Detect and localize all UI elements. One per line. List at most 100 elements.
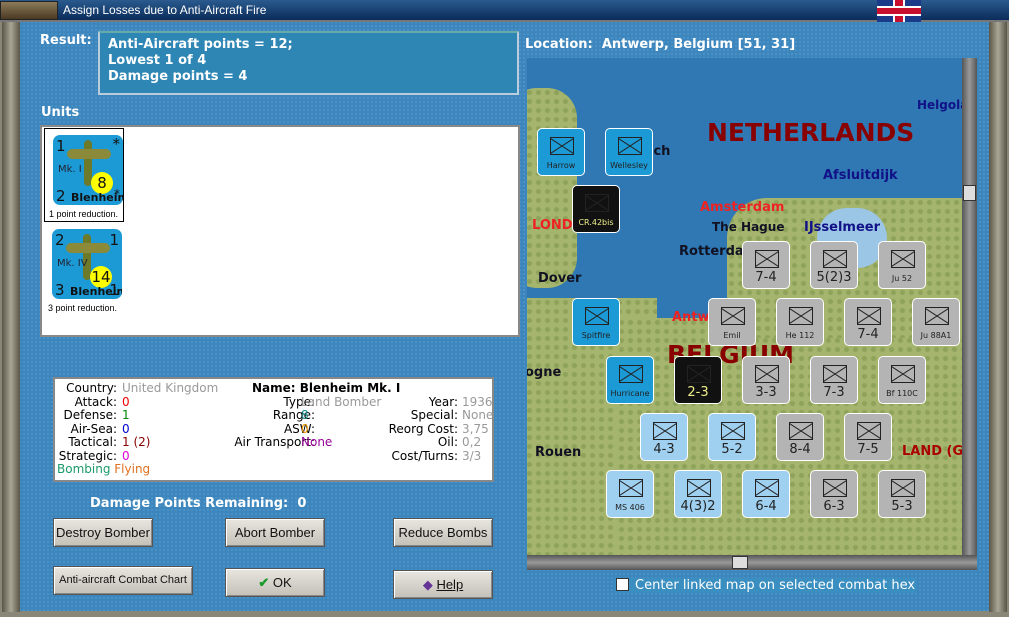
window-title: Assign Losses due to Anti-Aircraft Fire (63, 3, 267, 17)
name-label: Name: (252, 381, 296, 395)
counter-label: 7-3 (823, 385, 845, 400)
damage-remaining: Damage Points Remaining: 0 (90, 496, 306, 511)
country-label: Country: (66, 381, 117, 395)
reduce-bombs-button[interactable]: Reduce Bombs (393, 518, 493, 547)
oil-value: 0,2 (462, 435, 482, 449)
info-labels-col1: Country: Attack: Defense: Air-Sea: Tacti… (59, 381, 117, 463)
map-counter[interactable]: 5-3 (878, 470, 926, 518)
horizontal-scroll-thumb[interactable] (732, 556, 748, 569)
damage-value: 0 (297, 496, 307, 511)
map-counter[interactable]: Bf 110C (878, 356, 926, 404)
map-counter[interactable]: 3-3 (742, 356, 790, 404)
map-view[interactable]: NETHERLANDS Amsterdam The Hague IJsselme… (527, 58, 962, 555)
unit-name: Name: Blenheim Mk. I (252, 381, 400, 396)
help-button[interactable]: ◆ Help (393, 570, 493, 599)
map-counter[interactable]: 4-3 (640, 413, 688, 461)
map-counter[interactable]: Ju 52 (878, 241, 926, 289)
map-counter[interactable]: 5-2 (708, 413, 756, 461)
counter-label: 2-3 (687, 385, 709, 400)
map-horizontal-scrollbar[interactable] (527, 555, 977, 570)
counter-label: 4-3 (653, 442, 675, 457)
map-counter[interactable]: CR.42bis (572, 185, 620, 233)
counter-label: 6-3 (823, 499, 845, 514)
map-counter[interactable]: Hurricane (606, 356, 654, 404)
units-label: Units (41, 105, 80, 120)
result-label: Result: (40, 33, 92, 48)
map-counter[interactable]: 4(3)2 (674, 470, 722, 518)
map-counter[interactable]: 7-3 (810, 356, 858, 404)
location: Location: Antwerp, Belgium [51, 31] (525, 37, 795, 52)
map-counter[interactable]: 8-4 (776, 413, 824, 461)
asw-value: 0 (301, 421, 309, 436)
vertical-scroll-thumb[interactable] (963, 185, 976, 201)
info-labels-col3: Year: Special: Reorg Cost: Oil: Cost/Tur… (389, 395, 458, 464)
counter-label: 6-4 (755, 499, 777, 514)
costturns-value: 3/3 (462, 448, 482, 463)
map-counter[interactable]: 5(2)3 (810, 241, 858, 289)
info-values-col2: Land Bomber 8 0 None (301, 394, 382, 450)
map-counter[interactable]: 7-4 (844, 298, 892, 346)
plane-wings-icon (67, 149, 111, 159)
plane-wings-icon (66, 243, 110, 253)
location-value: Antwerp, Belgium [51, 31] (601, 37, 796, 52)
unit-item[interactable]: 2 1 Mk. IV 14 3 Blenheim 1 3 point reduc… (44, 223, 124, 317)
type-value: Land Bomber (301, 394, 382, 409)
counter-top-left: 1 (56, 137, 66, 155)
map-counter[interactable]: MS 406 (606, 470, 654, 518)
counter-label: CR.42bis (578, 218, 614, 227)
place-dover: Dover (538, 271, 582, 286)
counter-label: MS 406 (615, 503, 645, 512)
map-counter[interactable]: Ju 88A1 (912, 298, 960, 346)
map-counter[interactable]: 7-4 (742, 241, 790, 289)
costturns-label: Cost/Turns: (391, 448, 458, 463)
help-label: Help (436, 577, 464, 592)
ok-button[interactable]: ✔ OK (225, 568, 325, 597)
map-vertical-scrollbar[interactable] (962, 58, 977, 555)
place-rouen: Rouen (535, 445, 582, 460)
counter-label: Wellesley (610, 161, 648, 170)
map-counter[interactable]: 6-3 (810, 470, 858, 518)
defense-label: Defense: (63, 408, 117, 422)
units-list: 1 * Mk. I 8 2 Blenheim * 1 point reducti… (40, 125, 520, 337)
tactical-label: Tactical: (68, 435, 117, 449)
destroy-bomber-button[interactable]: Destroy Bomber (53, 518, 153, 547)
unit-item-selected[interactable]: 1 * Mk. I 8 2 Blenheim * 1 point reducti… (44, 128, 124, 222)
place-netherlands: NETHERLANDS (707, 118, 915, 147)
map-counter[interactable]: Wellesley (605, 128, 653, 176)
place-amsterdam: Amsterdam (700, 200, 785, 215)
checkbox-box[interactable] (616, 578, 629, 591)
counter-top-left: 2 (55, 231, 65, 249)
ok-label: OK (272, 575, 292, 590)
place-ijsselmeer: IJsselmeer (804, 220, 881, 235)
counter-bottom-right: 1 (109, 281, 119, 299)
counter-model: Mk. I (58, 164, 82, 175)
counter-label: 8-4 (789, 442, 811, 457)
counter-bottom-left: 3 (55, 281, 65, 299)
map-counter[interactable]: Emil (708, 298, 756, 346)
unit-note: 3 point reduction. (48, 303, 118, 313)
counter-label: 4(3)2 (680, 499, 716, 514)
unit-counter[interactable]: 1 * Mk. I 8 2 Blenheim * (53, 135, 123, 205)
map-counter[interactable]: 7-5 (844, 413, 892, 461)
center-linked-map-checkbox[interactable]: Center linked map on selected combat hex (614, 578, 918, 593)
system-menu-button[interactable] (0, 1, 58, 20)
abort-bomber-button[interactable]: Abort Bomber (225, 518, 325, 547)
left-frame (2, 22, 20, 612)
counter-label: Ju 52 (891, 274, 913, 283)
unit-info-panel: Country: Attack: Defense: Air-Sea: Tacti… (53, 377, 494, 482)
mission-status: Bombing Flying (57, 462, 150, 477)
map-counter[interactable]: Harrow (537, 128, 585, 176)
map-counter[interactable]: He 112 (776, 298, 824, 346)
country-value: United Kingdom (122, 381, 219, 395)
place-the-hague: The Hague (712, 220, 785, 234)
special-value: None (462, 408, 494, 422)
unit-counter[interactable]: 2 1 Mk. IV 14 3 Blenheim 1 (52, 229, 122, 299)
counter-bottom-right: * (114, 187, 120, 201)
damage-label: Damage Points Remaining: (90, 496, 289, 511)
counter-bottom-left: 2 (56, 187, 66, 205)
map-counter-selected[interactable]: 2-3 (674, 356, 722, 404)
map-counter[interactable]: Spitfire (572, 298, 620, 346)
aa-combat-chart-button[interactable]: Anti-aircraft Combat Chart (53, 566, 193, 595)
map-counter[interactable]: 6-4 (742, 470, 790, 518)
airsea-value: 0 (122, 421, 130, 436)
